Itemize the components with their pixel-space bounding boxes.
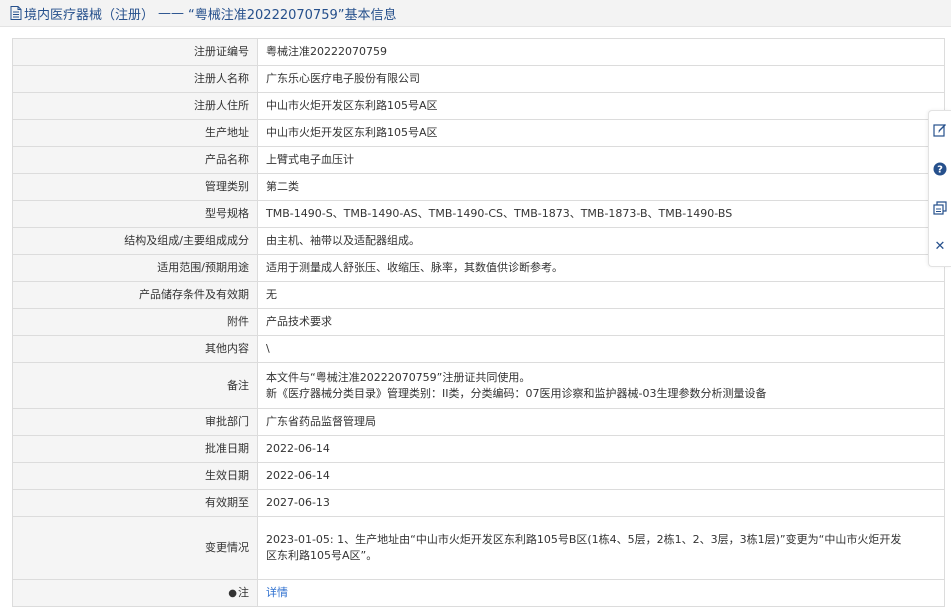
row-value-line: 本文件与“粤械注准20222070759”注册证共同使用。 <box>266 370 531 384</box>
table-row: 型号规格 TMB-1490-S、TMB-1490-AS、TMB-1490-CS、T… <box>12 200 945 228</box>
table-row: 附件 产品技术要求 <box>12 308 945 336</box>
row-label: 注册证编号 <box>12 38 258 66</box>
row-label: 批准日期 <box>12 435 258 463</box>
row-value-line: 中山市火炬开发区东利路105号A区 <box>266 99 438 112</box>
row-value: 上臂式电子血压计 <box>257 146 945 174</box>
row-label: 备注 <box>12 362 258 409</box>
table-row: 有效期至 2027-06-13 <box>12 489 945 517</box>
row-label: 其他内容 <box>12 335 258 363</box>
row-value: 无 <box>257 281 945 309</box>
row-value-line: 广东乐心医疗电子股份有限公司 <box>266 72 420 85</box>
row-value: 2022-06-14 <box>257 435 945 463</box>
row-value-line: 中山市火炬开发区东利路105号A区 <box>266 126 438 139</box>
table-row: 产品名称 上臂式电子血压计 <box>12 146 945 174</box>
row-label: 管理类别 <box>12 173 258 201</box>
table-row: 变更情况 2023-01-05: 1、生产地址由“中山市火炬开发区东利路105号B… <box>12 516 945 580</box>
note-label: 注 <box>238 585 249 599</box>
row-value: 由主机、袖带以及适配器组成。 <box>257 227 945 255</box>
registration-info-table: 注册证编号 粤械注准20222070759 注册人名称 广东乐心医疗电子股份有限公司注… <box>12 38 945 607</box>
table-row: 产品储存条件及有效期无 <box>12 281 945 309</box>
row-value: 广东省药品监督管理局 <box>257 408 945 436</box>
row-value: 中山市火炬开发区东利路105号A区 <box>257 92 945 120</box>
row-label: 变更情况 <box>12 516 258 580</box>
close-icon: ✕ <box>934 238 946 254</box>
row-value: 2027-06-13 <box>257 489 945 517</box>
row-label: 生效日期 <box>12 462 258 490</box>
row-value-line: 2022-06-14 <box>266 442 330 455</box>
help-tool-button[interactable]: ? <box>932 161 948 177</box>
row-label: 注册人名称 <box>12 65 258 93</box>
row-value-line: 无 <box>266 288 277 301</box>
row-label: 审批部门 <box>12 408 258 436</box>
table-row: 备注 本文件与“粤械注准20222070759”注册证共同使用。新《医疗器械分类目… <box>12 362 945 409</box>
table-row: 管理类别 第二类 <box>12 173 945 201</box>
row-value-line: 上臂式电子血压计 <box>266 153 354 166</box>
table-row: 生效日期 2022-06-14 <box>12 462 945 490</box>
note-value-cell: 详情 <box>257 579 945 607</box>
row-value: 2022-06-14 <box>257 462 945 490</box>
row-label: 产品储存条件及有效期 <box>12 281 258 309</box>
row-label: 有效期至 <box>12 489 258 517</box>
row-value-line: 由主机、袖带以及适配器组成。 <box>266 234 420 247</box>
row-value-line: \ <box>266 342 270 355</box>
row-value: 本文件与“粤械注准20222070759”注册证共同使用。新《医疗器械分类目录》… <box>257 362 945 409</box>
table-row: 注册人住所 中山市火炬开发区东利路105号A区 <box>12 92 945 120</box>
row-value-line: 广东省药品监督管理局 <box>266 415 376 428</box>
row-label: 型号规格 <box>12 200 258 228</box>
row-value: \ <box>257 335 945 363</box>
note-row: ●注 详情 <box>12 579 945 607</box>
edit-tool-button[interactable] <box>932 122 948 138</box>
header-separator: —— <box>158 5 185 21</box>
row-value-line: 2023-01-05: 1、生产地址由“中山市火炬开发区东利路105号B区(1栋… <box>266 533 902 546</box>
row-value: 粤械注准20222070759 <box>257 38 945 66</box>
row-label: 适用范围/预期用途 <box>12 254 258 282</box>
pin-icon: ● <box>228 587 237 599</box>
row-value-line: 2027-06-13 <box>266 496 330 509</box>
table-row: 注册证编号 粤械注准20222070759 <box>12 38 945 66</box>
row-value: TMB-1490-S、TMB-1490-AS、TMB-1490-CS、TMB-1… <box>257 200 945 228</box>
row-value-line: 粤械注准20222070759 <box>266 45 387 58</box>
page-header: 境内医疗器械（注册） —— “粤械注准20222070759”基本信息 <box>0 0 951 27</box>
row-value: 产品技术要求 <box>257 308 945 336</box>
row-label: 结构及组成/主要组成成分 <box>12 227 258 255</box>
help-icon: ? <box>933 162 947 176</box>
table-row: 生产地址 中山市火炬开发区东利路105号A区 <box>12 119 945 147</box>
row-value-line: 2022-06-14 <box>266 469 330 482</box>
close-tool-button[interactable]: ✕ <box>932 239 948 255</box>
row-label: 附件 <box>12 308 258 336</box>
row-value: 2023-01-05: 1、生产地址由“中山市火炬开发区东利路105号B区(1栋… <box>257 516 945 580</box>
copy-icon <box>933 201 947 215</box>
row-value-line: TMB-1490-S、TMB-1490-AS、TMB-1490-CS、TMB-1… <box>266 207 733 220</box>
table-row: 适用范围/预期用途 适用于测量成人舒张压、收缩压、脉率，其数值供诊断参考。 <box>12 254 945 282</box>
row-value-line: 适用于测量成人舒张压、收缩压、脉率，其数值供诊断参考。 <box>266 261 563 274</box>
row-label: 产品名称 <box>12 146 258 174</box>
header-category: 境内医疗器械（注册） <box>24 7 155 23</box>
table-row: 注册人名称 广东乐心医疗电子股份有限公司 <box>12 65 945 93</box>
row-value-line: 产品技术要求 <box>266 315 332 328</box>
copy-tool-button[interactable] <box>932 200 948 216</box>
table-row: 审批部门 广东省药品监督管理局 <box>12 408 945 436</box>
edit-icon <box>933 124 946 137</box>
row-value: 适用于测量成人舒张压、收缩压、脉率，其数值供诊断参考。 <box>257 254 945 282</box>
table-row: 批准日期 2022-06-14 <box>12 435 945 463</box>
details-link[interactable]: 详情 <box>266 586 288 599</box>
row-value: 广东乐心医疗电子股份有限公司 <box>257 65 945 93</box>
help-glyph: ? <box>937 165 943 176</box>
row-value: 第二类 <box>257 173 945 201</box>
header-record-title: “粤械注准20222070759”基本信息 <box>188 7 397 23</box>
row-value-line: 新《医疗器械分类目录》管理类别：II类，分类编码：07医用诊察和监护器械-03生… <box>266 386 767 400</box>
side-toolbar: ? ✕ <box>928 110 951 267</box>
row-value-line: 区东利路105号A区”。 <box>266 549 378 562</box>
table-row: 其他内容 \ <box>12 335 945 363</box>
row-label: 注册人住所 <box>12 92 258 120</box>
row-value-line: 第二类 <box>266 180 299 193</box>
document-icon <box>10 6 22 20</box>
table-row: 结构及组成/主要组成成分 由主机、袖带以及适配器组成。 <box>12 227 945 255</box>
note-label-cell: ●注 <box>12 579 258 607</box>
row-label: 生产地址 <box>12 119 258 147</box>
row-value: 中山市火炬开发区东利路105号A区 <box>257 119 945 147</box>
